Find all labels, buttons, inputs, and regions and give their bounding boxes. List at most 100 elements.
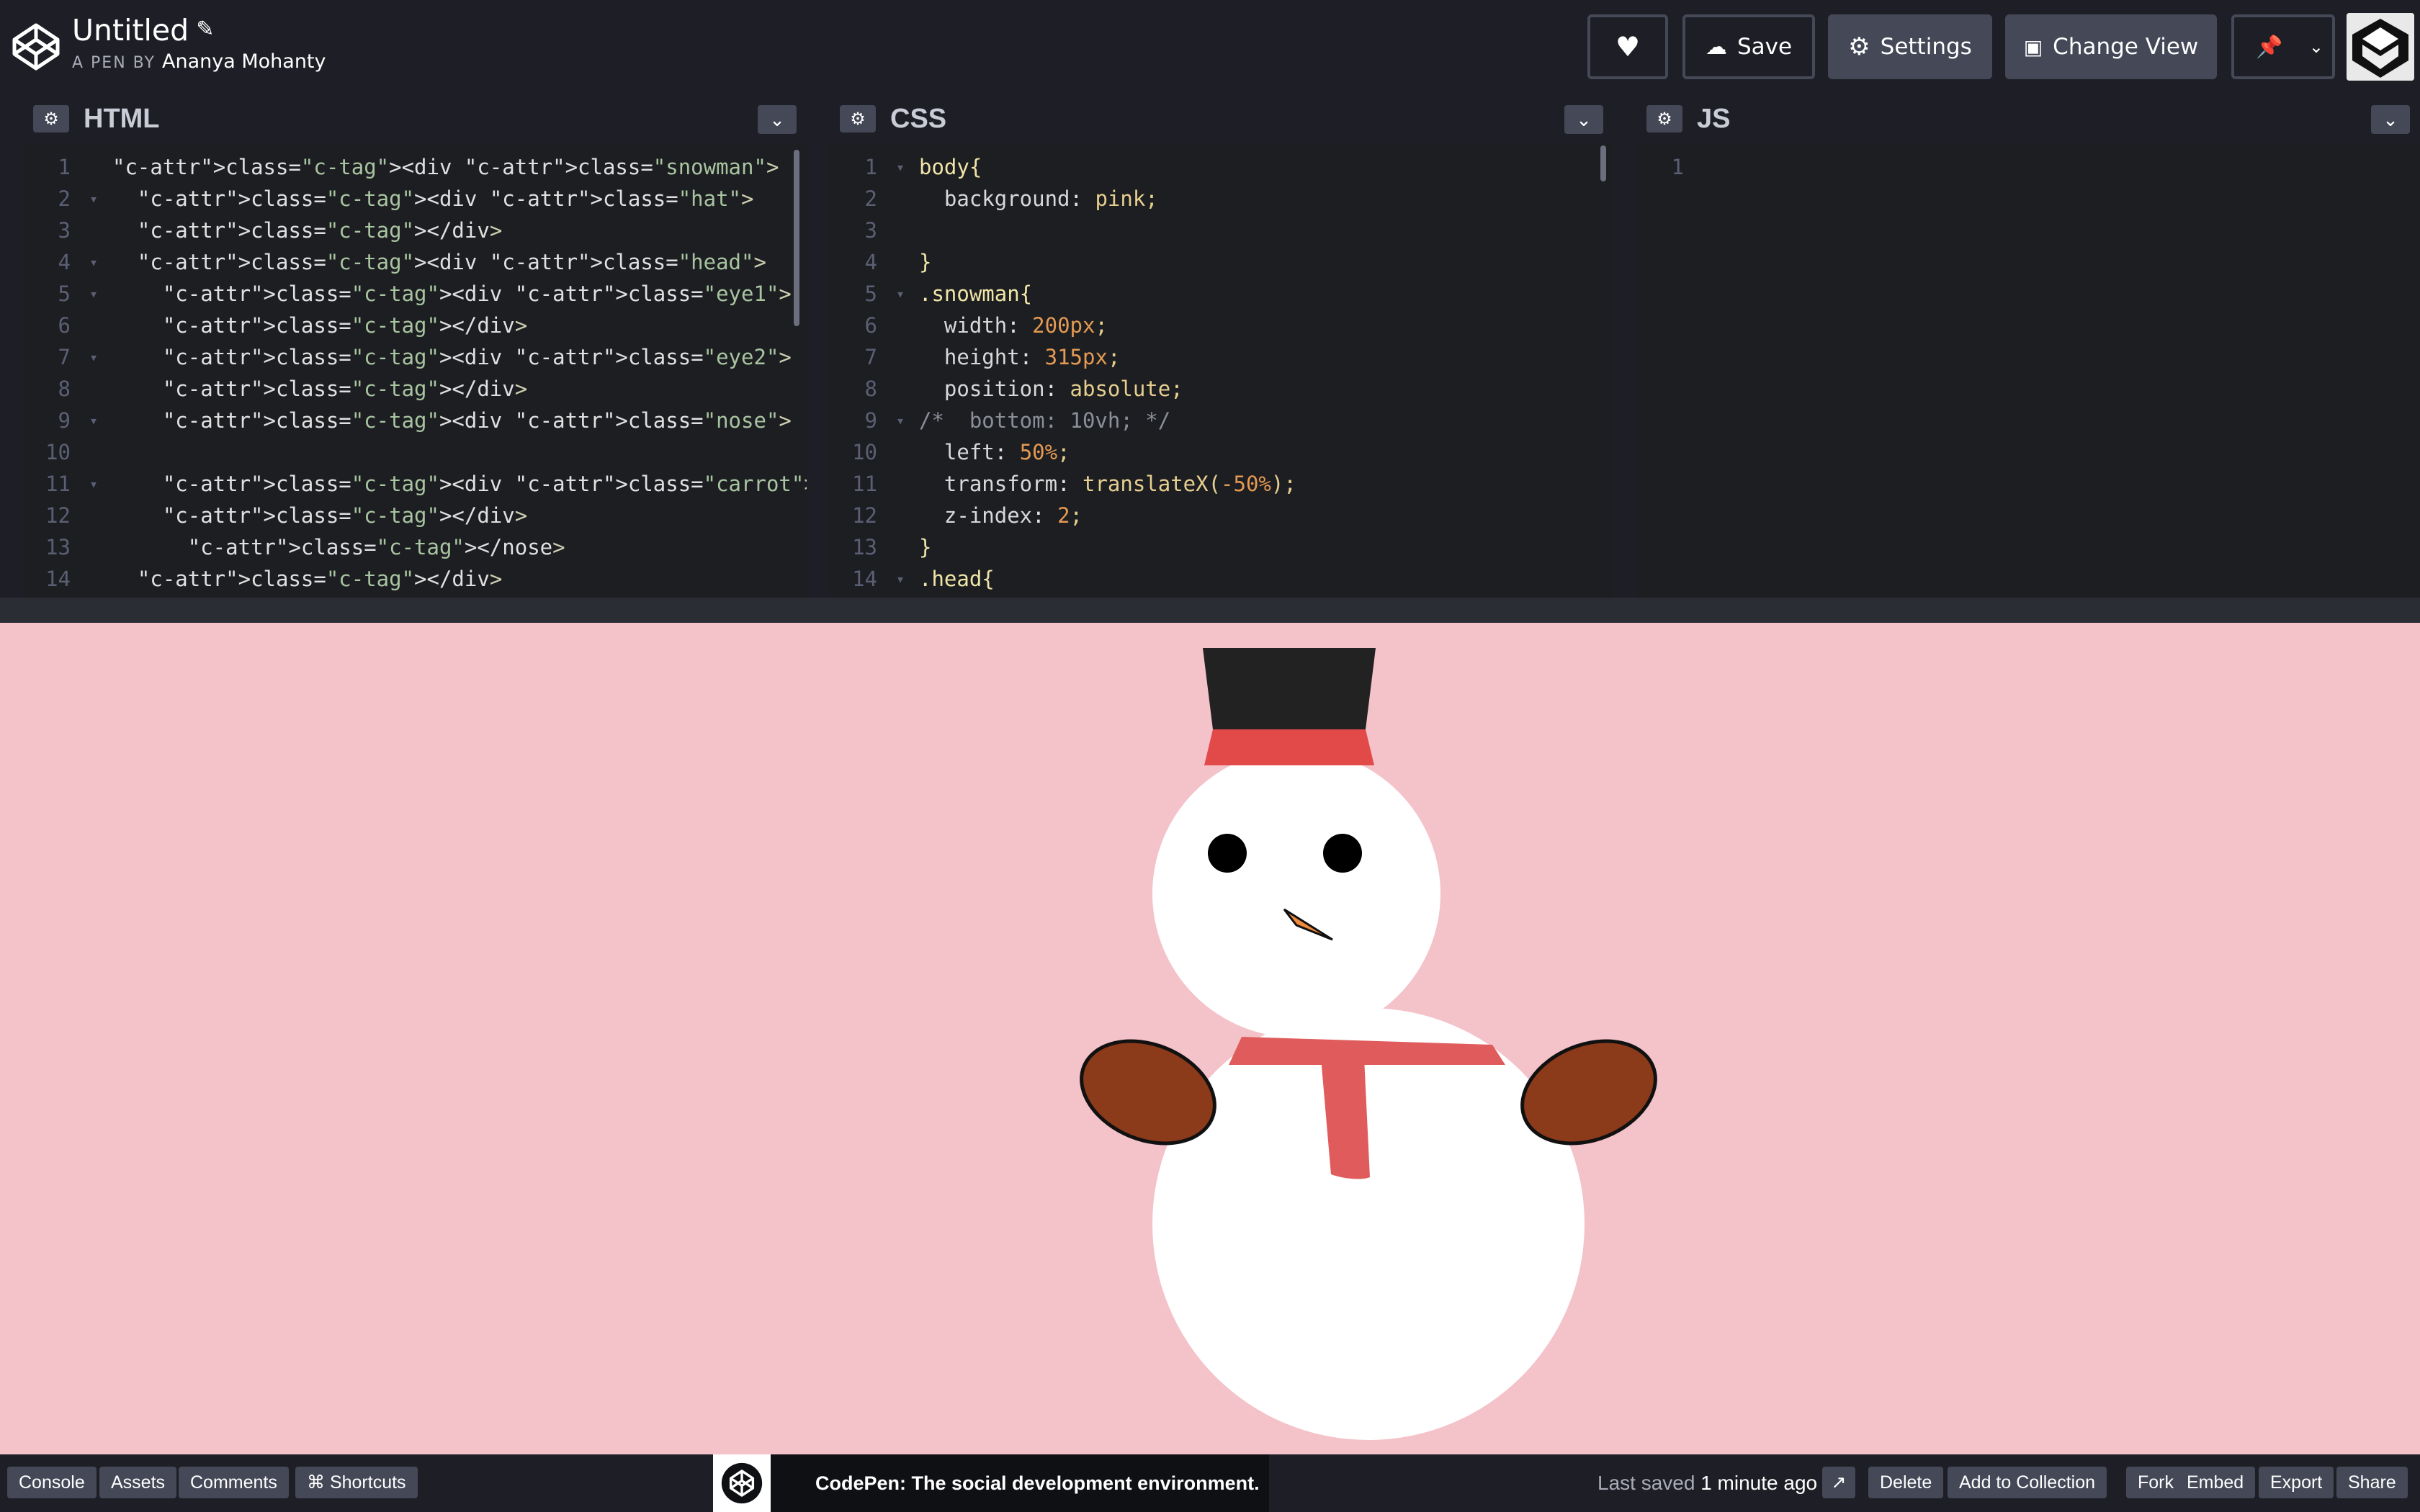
code-text[interactable]: position: absolute;	[919, 373, 1183, 405]
html-code-editor[interactable]: 1 "c-attr">class="c-tag"><div "c-attr">cl…	[23, 144, 807, 598]
css-code-editor[interactable]: 1 ▾ body{2 background: pink; 3 4} 5 ▾ .snowman{…	[830, 144, 1613, 598]
code-text[interactable]: "c-attr">class="c-tag"></div>	[112, 500, 527, 531]
fold-toggle-icon[interactable]: ▾	[89, 278, 98, 310]
author-link[interactable]: Ananya Mohanty	[162, 50, 326, 73]
line-number: 13	[45, 535, 71, 559]
assets-button[interactable]: Assets	[99, 1467, 177, 1498]
line-number: 9	[58, 408, 71, 433]
resize-divider[interactable]	[0, 598, 2420, 623]
last-saved-status: Last saved 1 minute ago	[1597, 1472, 1817, 1495]
js-editor-pane: ⚙ JS ⌄ 1	[1636, 94, 2420, 598]
code-text[interactable]: }	[919, 531, 931, 563]
preview-frame[interactable]	[0, 623, 2420, 1454]
code-text[interactable]: "c-attr">class="c-tag"><div "c-attr">cla…	[112, 468, 807, 500]
code-text[interactable]: /* bottom: 10vh; */	[919, 405, 1170, 436]
code-text[interactable]: body{	[919, 151, 982, 183]
html-scrollbar[interactable]	[794, 150, 799, 326]
save-button[interactable]: ☁ Save	[1682, 14, 1815, 79]
notice-text: CodePen: The social development environm…	[815, 1472, 1260, 1494]
fold-toggle-icon[interactable]: ▾	[896, 278, 905, 310]
js-settings-icon[interactable]: ⚙	[1646, 105, 1682, 132]
code-text[interactable]: "c-attr">class="c-tag"><div "c-attr">cla…	[112, 183, 754, 215]
footer-bar: Console Assets Comments ⌘ Shortcuts Code…	[0, 1454, 2420, 1512]
fold-toggle-icon[interactable]: ▾	[896, 405, 905, 436]
fold-toggle-icon[interactable]: ▾	[89, 246, 98, 278]
comments-button[interactable]: Comments	[179, 1467, 289, 1498]
line-number: 9	[864, 408, 877, 433]
add-to-collection-button[interactable]: Add to Collection	[1948, 1467, 2107, 1498]
line-number: 5	[864, 282, 877, 306]
css-settings-icon[interactable]: ⚙	[840, 105, 876, 132]
pen-title[interactable]: Untitled ✎	[72, 13, 214, 48]
code-text[interactable]: "c-attr">class="c-tag"><div "c-attr">cla…	[112, 278, 792, 310]
html-pane-title: HTML	[84, 103, 160, 134]
line-number: 12	[852, 503, 877, 528]
code-text[interactable]: left: 50%;	[919, 436, 1070, 468]
console-button[interactable]: Console	[7, 1467, 97, 1498]
code-text[interactable]: "c-attr">class="c-tag"></div>	[112, 373, 527, 405]
code-text[interactable]: z-index: 2;	[919, 500, 1083, 531]
love-button[interactable]: ♥	[1587, 14, 1668, 79]
embed-button[interactable]: Embed	[2175, 1467, 2256, 1498]
byline: A PEN BY Ananya Mohanty	[72, 50, 326, 73]
line-number: 12	[45, 503, 71, 528]
fold-toggle-icon[interactable]: ▾	[896, 151, 905, 183]
code-text[interactable]: width: 200px;	[919, 310, 1108, 341]
code-text[interactable]: }	[919, 246, 931, 278]
code-text[interactable]: "c-attr">class="c-tag"><div "c-attr">cla…	[112, 151, 779, 183]
line-number: 14	[45, 567, 71, 591]
chevron-down-icon[interactable]: ⌄	[758, 105, 797, 134]
code-text[interactable]: "c-attr">class="c-tag"></div>	[112, 563, 502, 595]
code-text[interactable]: transform: translateX(-50%);	[919, 468, 1296, 500]
line-number: 6	[58, 313, 71, 338]
chevron-down-icon[interactable]: ⌄	[1564, 105, 1603, 134]
code-text[interactable]: "c-attr">class="c-tag"><div "c-attr">cla…	[112, 341, 792, 373]
pin-icon: 📌	[2256, 34, 2283, 60]
snowman-body	[1152, 1008, 1585, 1440]
line-number: 4	[864, 250, 877, 274]
code-text[interactable]: .snowman{	[919, 278, 1032, 310]
byline-prefix: A PEN BY	[72, 54, 156, 72]
line-number: 6	[864, 313, 877, 338]
pin-button[interactable]: 📌 ⌄	[2231, 14, 2335, 79]
fold-toggle-icon[interactable]: ▾	[89, 468, 98, 500]
share-button[interactable]: Share	[2336, 1467, 2408, 1498]
line-number: 10	[45, 440, 71, 464]
avatar[interactable]	[2347, 13, 2414, 81]
line-number: 1	[864, 155, 877, 179]
pencil-icon[interactable]: ✎	[196, 17, 214, 42]
pen-title-text[interactable]: Untitled	[72, 13, 189, 48]
code-text[interactable]: .head{	[919, 563, 995, 595]
css-scrollbar[interactable]	[1600, 145, 1606, 181]
html-settings-icon[interactable]: ⚙	[33, 105, 69, 132]
js-code-editor[interactable]: 1	[1636, 144, 2420, 598]
export-button[interactable]: Export	[2259, 1467, 2334, 1498]
saved-prefix: Last saved	[1597, 1472, 1695, 1494]
line-number: 13	[852, 535, 877, 559]
code-text[interactable]: background: pink;	[919, 183, 1158, 215]
line-number: 10	[852, 440, 877, 464]
line-number: 1	[1671, 155, 1684, 179]
fold-toggle-icon[interactable]: ▾	[896, 563, 905, 595]
fold-toggle-icon[interactable]: ▾	[89, 341, 98, 373]
code-text[interactable]: "c-attr">class="c-tag"><div "c-attr">cla…	[112, 246, 766, 278]
code-text[interactable]: height: 315px;	[919, 341, 1120, 373]
css-pane-title: CSS	[890, 103, 947, 134]
chevron-down-icon[interactable]: ⌄	[2371, 105, 2410, 134]
code-text[interactable]: "c-attr">class="c-tag"></nose>	[112, 531, 565, 563]
fold-toggle-icon[interactable]: ▾	[89, 405, 98, 436]
line-number: 7	[58, 345, 71, 369]
code-text[interactable]: "c-attr">class="c-tag"><div "c-attr">cla…	[112, 405, 792, 436]
code-text[interactable]: "c-attr">class="c-tag"></div>	[112, 310, 527, 341]
js-pane-title: JS	[1697, 103, 1731, 134]
chevron-down-icon[interactable]: ⌄	[2309, 37, 2323, 57]
settings-button[interactable]: ⚙ Settings	[1828, 14, 1992, 79]
delete-button[interactable]: Delete	[1868, 1467, 1944, 1498]
shortcuts-button[interactable]: ⌘ Shortcuts	[295, 1467, 418, 1498]
code-text[interactable]: "c-attr">class="c-tag"></div>	[112, 215, 502, 246]
external-link-icon[interactable]: ↗	[1822, 1467, 1855, 1498]
fold-toggle-icon[interactable]: ▾	[89, 183, 98, 215]
change-view-button[interactable]: ▣ Change View	[2005, 14, 2217, 79]
codepen-notice[interactable]: CodePen: The social development environm…	[713, 1454, 1269, 1512]
codepen-logo-icon[interactable]	[12, 22, 60, 71]
